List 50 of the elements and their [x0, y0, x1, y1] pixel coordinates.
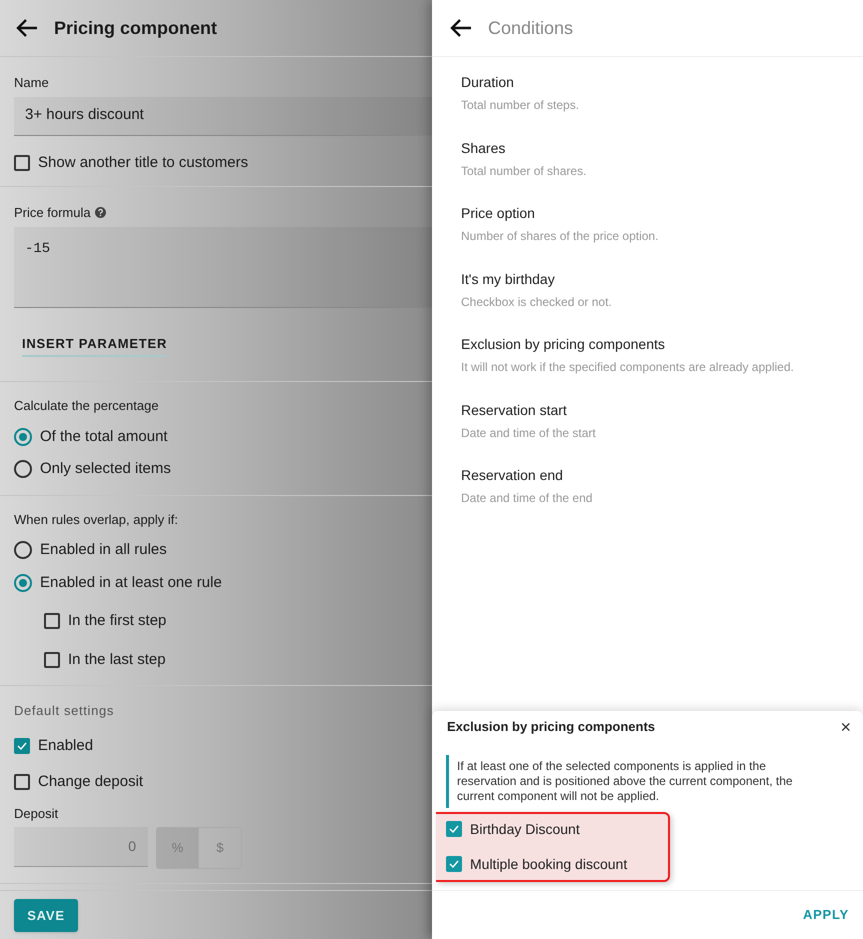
checkbox[interactable] — [44, 652, 60, 668]
condition-item[interactable]: Reservation end Date and time of the end — [461, 465, 834, 530]
check-icon — [448, 858, 460, 870]
checkbox-label: In the first step — [68, 611, 166, 631]
checkbox-label: In the last step — [68, 650, 166, 670]
insert-parameter-button[interactable]: INSERT PARAMETER — [22, 334, 168, 357]
radio-button[interactable] — [14, 574, 32, 592]
checkbox-label: Enabled — [38, 736, 94, 756]
panel-title: Conditions — [488, 16, 574, 40]
radio-label: Only selected items — [40, 459, 171, 479]
checkbox-label: Change deposit — [38, 772, 144, 792]
radio-label: Enabled in all rules — [40, 540, 167, 560]
checkbox[interactable] — [14, 774, 30, 790]
checkbox-label: Multiple booking discount — [470, 854, 628, 874]
section-heading: Default settings — [14, 702, 116, 720]
check-icon — [448, 823, 460, 835]
radio-label: Of the total amount — [40, 426, 168, 446]
group-label: Calculate the percentage — [14, 397, 160, 415]
save-button[interactable]: SAVE — [14, 899, 78, 932]
checkbox-label: Show another title to customers — [38, 152, 248, 172]
close-button[interactable]: × — [836, 718, 855, 736]
dialog-title: Exclusion by pricing components — [447, 718, 656, 736]
page-title: Pricing component — [54, 16, 218, 40]
info-note: If at least one of the selected components is applied in the reservation and is positioned above the current component, the current component will not be applied. — [446, 754, 823, 808]
radio-button[interactable] — [14, 541, 32, 560]
help-icon[interactable] — [94, 207, 106, 218]
field-label: Price formula — [14, 204, 91, 222]
condition-item[interactable]: Exclusion by pricing components It will not work if the specified components are already applied. — [461, 334, 834, 400]
back-arrow-icon[interactable] — [16, 19, 38, 37]
condition-item[interactable]: Shares Total number of shares. — [461, 138, 834, 203]
condition-item[interactable]: Reservation start Date and time of the start — [461, 400, 834, 465]
checkbox[interactable] — [44, 613, 60, 630]
radio-button[interactable] — [14, 460, 32, 478]
radio-label: Enabled in at least one rule — [40, 572, 222, 592]
back-arrow-icon[interactable] — [450, 19, 472, 37]
condition-item[interactable]: Duration Total number of steps. — [461, 72, 834, 138]
radio-button[interactable] — [14, 428, 32, 446]
condition-item[interactable]: It's my birthday Checkbox is checked or not. — [461, 268, 834, 334]
checkbox[interactable] — [14, 738, 30, 754]
name-field[interactable]: 3+ hours discount — [14, 96, 432, 136]
field-label: Deposit — [14, 804, 60, 823]
checkbox[interactable] — [446, 856, 462, 872]
checkbox[interactable] — [14, 154, 30, 171]
field-label: Name — [14, 74, 50, 92]
checkbox[interactable] — [446, 821, 462, 837]
formula-field[interactable]: -15 — [14, 226, 432, 308]
condition-item[interactable]: Price option Number of shares of the price option. — [461, 203, 834, 268]
apply-button[interactable]: APPLY — [802, 905, 849, 924]
group-label: When rules overlap, apply if: — [14, 510, 180, 529]
checkbox-label: Birthday Discount — [470, 820, 580, 839]
